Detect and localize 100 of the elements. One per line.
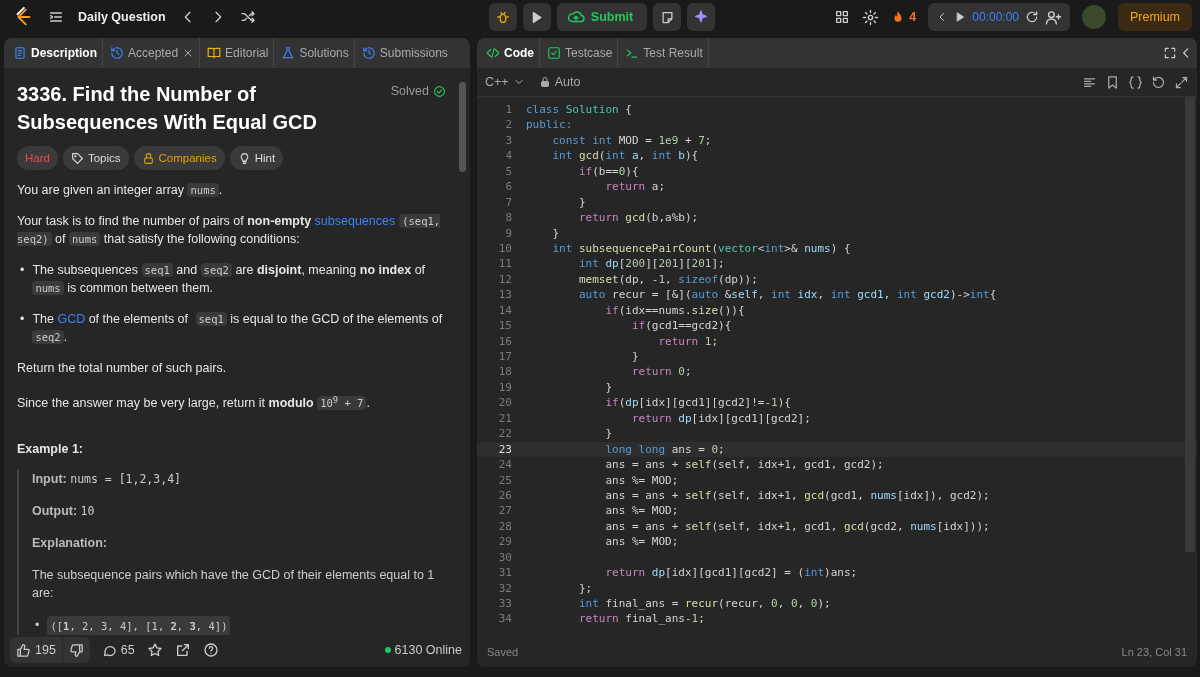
play-icon[interactable] bbox=[954, 11, 967, 23]
panel-tab[interactable]: Code bbox=[481, 38, 540, 68]
text-link[interactable]: subsequences bbox=[314, 214, 396, 228]
input-value: nums = [1,2,3,4] bbox=[70, 471, 181, 486]
bullet-marker: • bbox=[20, 311, 25, 328]
code-line: const int MOD = 1e9 + 7; bbox=[551, 132, 712, 149]
code-line: memset(dp, -1, sizeof(dp)); bbox=[577, 271, 758, 288]
online-dot bbox=[384, 647, 391, 653]
panel-tab[interactable]: Solutions bbox=[276, 38, 355, 68]
line-number: 29 bbox=[497, 534, 512, 550]
line-number: 26 bbox=[497, 487, 512, 504]
online-count: 6130 Online bbox=[394, 643, 462, 657]
line-number: 17 bbox=[497, 349, 512, 365]
line-number: 31 bbox=[497, 565, 512, 581]
note-icon bbox=[659, 9, 675, 25]
line-number: 21 bbox=[497, 410, 512, 427]
note-button[interactable] bbox=[653, 3, 682, 31]
checkbox-icon bbox=[547, 46, 561, 60]
bug-icon bbox=[494, 9, 511, 25]
add-user-icon[interactable] bbox=[1045, 8, 1062, 26]
code-line: int final_ans = recur(recur, 0, 0, 0); bbox=[577, 596, 831, 612]
timer-display[interactable]: 00:00:00 bbox=[972, 10, 1019, 24]
language-selector[interactable]: C++ bbox=[485, 75, 525, 89]
output-value: 10 bbox=[80, 503, 95, 518]
lock-icon bbox=[538, 76, 551, 88]
comments-button[interactable]: 65 bbox=[101, 642, 135, 658]
tag-chip[interactable]: Topics bbox=[62, 146, 129, 170]
code-line: if(dp[idx][gcd1][gcd2]!=-1){ bbox=[604, 395, 791, 411]
panel-tab[interactable]: Test Result bbox=[620, 38, 709, 68]
streak-count: 4 bbox=[909, 10, 917, 24]
maximize-icon[interactable] bbox=[1163, 46, 1177, 60]
panel-tab[interactable]: Editorial bbox=[202, 38, 275, 68]
submit-button[interactable]: Submit bbox=[556, 3, 648, 31]
line-number: 28 bbox=[497, 518, 512, 535]
code-line: ans %= MOD; bbox=[604, 534, 679, 550]
line-number: 12 bbox=[497, 271, 512, 288]
run-button[interactable] bbox=[522, 3, 551, 31]
lock-icon bbox=[141, 151, 155, 165]
tag-chip[interactable]: Companies bbox=[133, 146, 225, 170]
line-number: 22 bbox=[497, 426, 512, 442]
cursor-position: Ln 23, Col 31 bbox=[1121, 646, 1187, 658]
debug-button[interactable] bbox=[488, 3, 517, 31]
line-number: 3 bbox=[504, 132, 512, 149]
panel-tab[interactable]: Accepted bbox=[105, 38, 201, 68]
line-number: 7 bbox=[504, 194, 512, 211]
code-line: return 1; bbox=[657, 333, 719, 349]
code-icon bbox=[486, 46, 500, 60]
line-number: 33 bbox=[497, 596, 512, 612]
code-line: return gcd(b,a%b); bbox=[577, 210, 699, 226]
ai-button[interactable] bbox=[687, 3, 716, 31]
braces-icon[interactable] bbox=[1128, 74, 1143, 90]
problem-title: 3336. Find the Number of Subsequences With Equal GCD bbox=[17, 82, 318, 135]
code-line: ans = ans + self(self, idx+1, gcd1, gcd2); bbox=[604, 457, 884, 473]
line-number: 15 bbox=[497, 318, 512, 334]
thumbs-up-icon bbox=[16, 642, 31, 658]
sparkle-icon bbox=[693, 9, 710, 25]
reset-icon[interactable] bbox=[1025, 10, 1039, 24]
code-line: ans = ans + self(self, idx+1, gcd1, gcd(gcd2, nums[idx])); bbox=[604, 518, 990, 535]
code-line: } bbox=[604, 426, 613, 442]
panel-tab[interactable]: Testcase bbox=[542, 38, 619, 68]
code-line: }; bbox=[577, 580, 593, 596]
text-link[interactable]: GCD bbox=[57, 312, 86, 326]
code-line: long long ans = 0; bbox=[604, 441, 725, 458]
description-text: You are given an integer array nums . bbox=[17, 182, 224, 199]
panel-tab[interactable]: Submissions bbox=[356, 38, 453, 68]
bookmark-icon[interactable] bbox=[1105, 74, 1120, 90]
line-number: 2 bbox=[504, 117, 512, 133]
list-icon[interactable] bbox=[48, 9, 64, 25]
expand-icon[interactable] bbox=[1174, 74, 1189, 90]
help-icon[interactable] bbox=[202, 642, 219, 658]
code-line: int gcd(int a, int b){ bbox=[551, 148, 699, 164]
share-icon[interactable] bbox=[174, 642, 191, 658]
line-number: 20 bbox=[497, 395, 512, 411]
bullet-marker: • bbox=[35, 616, 40, 634]
description-text: Return the total number of such pairs. bbox=[17, 360, 228, 377]
premium-button[interactable]: Premium bbox=[1118, 3, 1192, 31]
line-number: 18 bbox=[497, 364, 512, 380]
line-number: 5 bbox=[504, 163, 512, 180]
panel-tab[interactable]: Description bbox=[8, 38, 103, 68]
undo-icon[interactable] bbox=[1151, 74, 1166, 90]
auto-mode-toggle[interactable]: Auto bbox=[538, 75, 581, 89]
shuffle-icon[interactable] bbox=[239, 9, 256, 25]
scrollbar[interactable] bbox=[459, 82, 466, 172]
code-line: return dp[idx][gcd1][gcd2]; bbox=[630, 410, 811, 427]
difficulty-badge: Hard bbox=[17, 146, 58, 170]
code-line: return dp[idx][gcd1][gcd2] = (int)ans; bbox=[604, 565, 858, 581]
line-number: 6 bbox=[504, 179, 512, 195]
settings-icon[interactable] bbox=[862, 8, 880, 26]
tag-chip[interactable]: Hint bbox=[229, 146, 284, 170]
output-label: Output: bbox=[32, 503, 78, 518]
code-line: if(gcd1==gcd2){ bbox=[630, 318, 732, 334]
condition-text: The subsequences seq1 and seq2 are disjoint, meaning no index of nums is common between them. bbox=[32, 262, 427, 297]
star-icon[interactable] bbox=[146, 642, 163, 658]
page-title[interactable]: Daily Question bbox=[78, 10, 166, 24]
line-number: 16 bbox=[497, 333, 512, 349]
save-status: Saved bbox=[487, 646, 519, 658]
thumbs-down-icon bbox=[68, 642, 84, 658]
layout-icon[interactable] bbox=[834, 9, 851, 25]
code-line: } bbox=[630, 349, 639, 365]
line-number: 27 bbox=[497, 503, 512, 519]
